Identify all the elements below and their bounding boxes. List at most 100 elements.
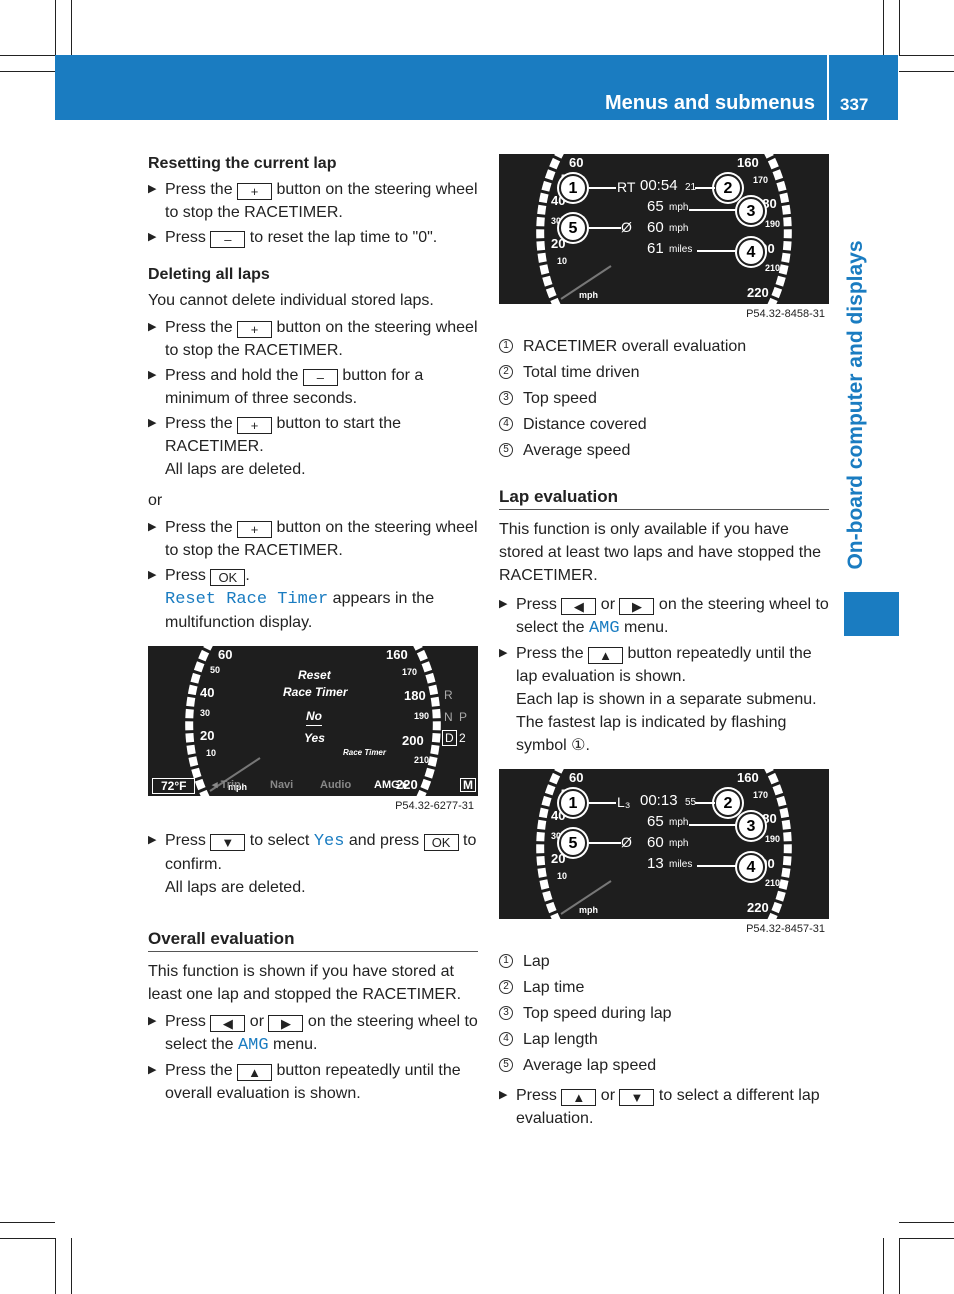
key-button: – [302, 369, 338, 386]
menu-tab-amg[interactable]: AMG ▸ [374, 780, 408, 791]
gauge-label: 200 [402, 733, 424, 748]
instruction-step: Press – to reset the lap time to "0". [148, 226, 478, 249]
callout-line [589, 187, 616, 189]
display-title: Race Timer [283, 685, 348, 699]
gauge-label: 40 [200, 685, 215, 700]
legend-number: 4 [499, 417, 513, 431]
key-button: ▲ [588, 647, 624, 664]
section-heading: Overall evaluation [148, 927, 478, 952]
gauge-label: 50 [210, 665, 221, 675]
step-text: Press [165, 1013, 211, 1030]
gear-d: D [442, 730, 457, 746]
instruction-step: Press the ▲ button repeatedly until the … [499, 642, 829, 757]
step-text: Press [516, 596, 562, 613]
legend-text: Top speed during lap [523, 1004, 672, 1022]
legend-text: Average speed [523, 441, 631, 459]
callout-4: 4 [737, 238, 765, 266]
instruction-step: Press the + button on the steering wheel… [148, 316, 478, 362]
step-text: Press the [165, 181, 238, 198]
callout-1: 1 [559, 174, 587, 202]
option-yes[interactable]: Yes [304, 732, 325, 744]
average-speed-value: 60 [647, 219, 664, 236]
legend-item: 4 Distance covered [499, 411, 829, 437]
callout-line [695, 187, 715, 189]
distance-value: 13 [647, 855, 664, 872]
callout-line [697, 865, 737, 867]
paragraph: This function is shown if you have store… [148, 963, 462, 1003]
chapter-tab-label: On-board computer and displays [844, 240, 867, 570]
step-text: Press and hold the [165, 367, 303, 384]
step-text: Press the [165, 1062, 238, 1079]
step-text: menu. [619, 619, 669, 636]
left-column: Resetting the current lap Press the + but… [148, 152, 478, 1107]
paragraph: This function is only available if you h… [499, 521, 821, 584]
instruction-step: Press the + button to start the RACETIME… [148, 412, 478, 481]
chapter-tab: On-board computer and displays [838, 225, 874, 585]
display-lap: 605040302010mph1601701801902002102201523… [499, 769, 829, 919]
gauge-label: 10 [206, 748, 217, 758]
callout-line [689, 209, 737, 211]
gauge-scale [764, 769, 792, 919]
right-column: 605040302010mph1601701801902002102201523… [499, 154, 829, 1132]
distance-unit: miles [669, 859, 693, 870]
paragraph: or [148, 492, 163, 509]
gauge-label: 210 [765, 878, 781, 888]
step-text: Press [165, 229, 211, 246]
menu-tab-trip[interactable]: ◂ Trip [212, 780, 241, 791]
step-text: to reset the lap time to "0". [245, 229, 438, 246]
instruction-step: Press the ▲ button repeatedly until the … [148, 1059, 478, 1105]
paragraph: You cannot delete individual stored laps… [148, 292, 434, 309]
step-result: All laps are deleted. [165, 879, 306, 896]
gear-n: N [444, 710, 453, 724]
display-text: Yes [313, 832, 345, 851]
gauge-label: 180 [404, 688, 426, 703]
gauge-label: 20 [200, 728, 215, 743]
gauge-label: 60 [569, 770, 584, 785]
key-button: + [237, 417, 273, 434]
option-no[interactable]: No [306, 710, 322, 726]
instruction-step: Press ▼ to select Yes and press OK to co… [148, 829, 478, 899]
header-band: Menus and submenus 337 [55, 55, 898, 120]
legend-number: 5 [499, 1058, 513, 1072]
step-text: Press [516, 1087, 562, 1104]
gauge-label: 60 [569, 155, 584, 170]
step-result: All laps are deleted. [165, 461, 306, 478]
gauge-label: 30 [200, 708, 211, 718]
section-heading: Deleting all laps [148, 266, 270, 283]
gauge-label: 10 [557, 256, 568, 266]
figure-caption: P54.32-6277-31 [395, 800, 474, 812]
display-text: AMG [237, 1036, 269, 1055]
callout-3: 3 [737, 197, 765, 225]
distance-value: 61 [647, 240, 664, 257]
key-button: + [237, 183, 273, 200]
key-button: ▶ [619, 598, 655, 615]
time-hundredths: 21 [685, 182, 697, 193]
legend-text: RACETIMER overall evaluation [523, 337, 747, 355]
average-speed-unit: mph [669, 223, 689, 234]
menu-tab-navi[interactable]: Navi [270, 780, 293, 791]
menu-tab-audio[interactable]: Audio [320, 780, 351, 791]
legend-text: Average lap speed [523, 1056, 657, 1074]
gauge-label: 220 [747, 285, 769, 300]
gauge-label: 190 [414, 711, 430, 721]
figure: 605040302010mph1601701801902002102201523… [499, 769, 829, 936]
step-text: to select [245, 832, 314, 849]
gauge-label: 190 [765, 219, 781, 229]
gear-r: R [444, 688, 453, 702]
legend-number: 3 [499, 1006, 513, 1020]
manual-mode-indicator: M [460, 778, 476, 792]
legend-item: 5 Average speed [499, 437, 829, 463]
legend-number: 3 [499, 391, 513, 405]
time-hundredths: 55 [685, 797, 697, 808]
callout-3: 3 [737, 812, 765, 840]
gauge-label: 190 [765, 834, 781, 844]
display-title: Reset [298, 668, 331, 682]
instruction-step: Press ◀ or ▶ on the steering wheel to se… [499, 593, 829, 640]
instruction-step: Press the + button on the steering wheel… [148, 178, 478, 224]
legend-item: 2 Total time driven [499, 359, 829, 385]
gauge-label: 210 [765, 263, 781, 273]
